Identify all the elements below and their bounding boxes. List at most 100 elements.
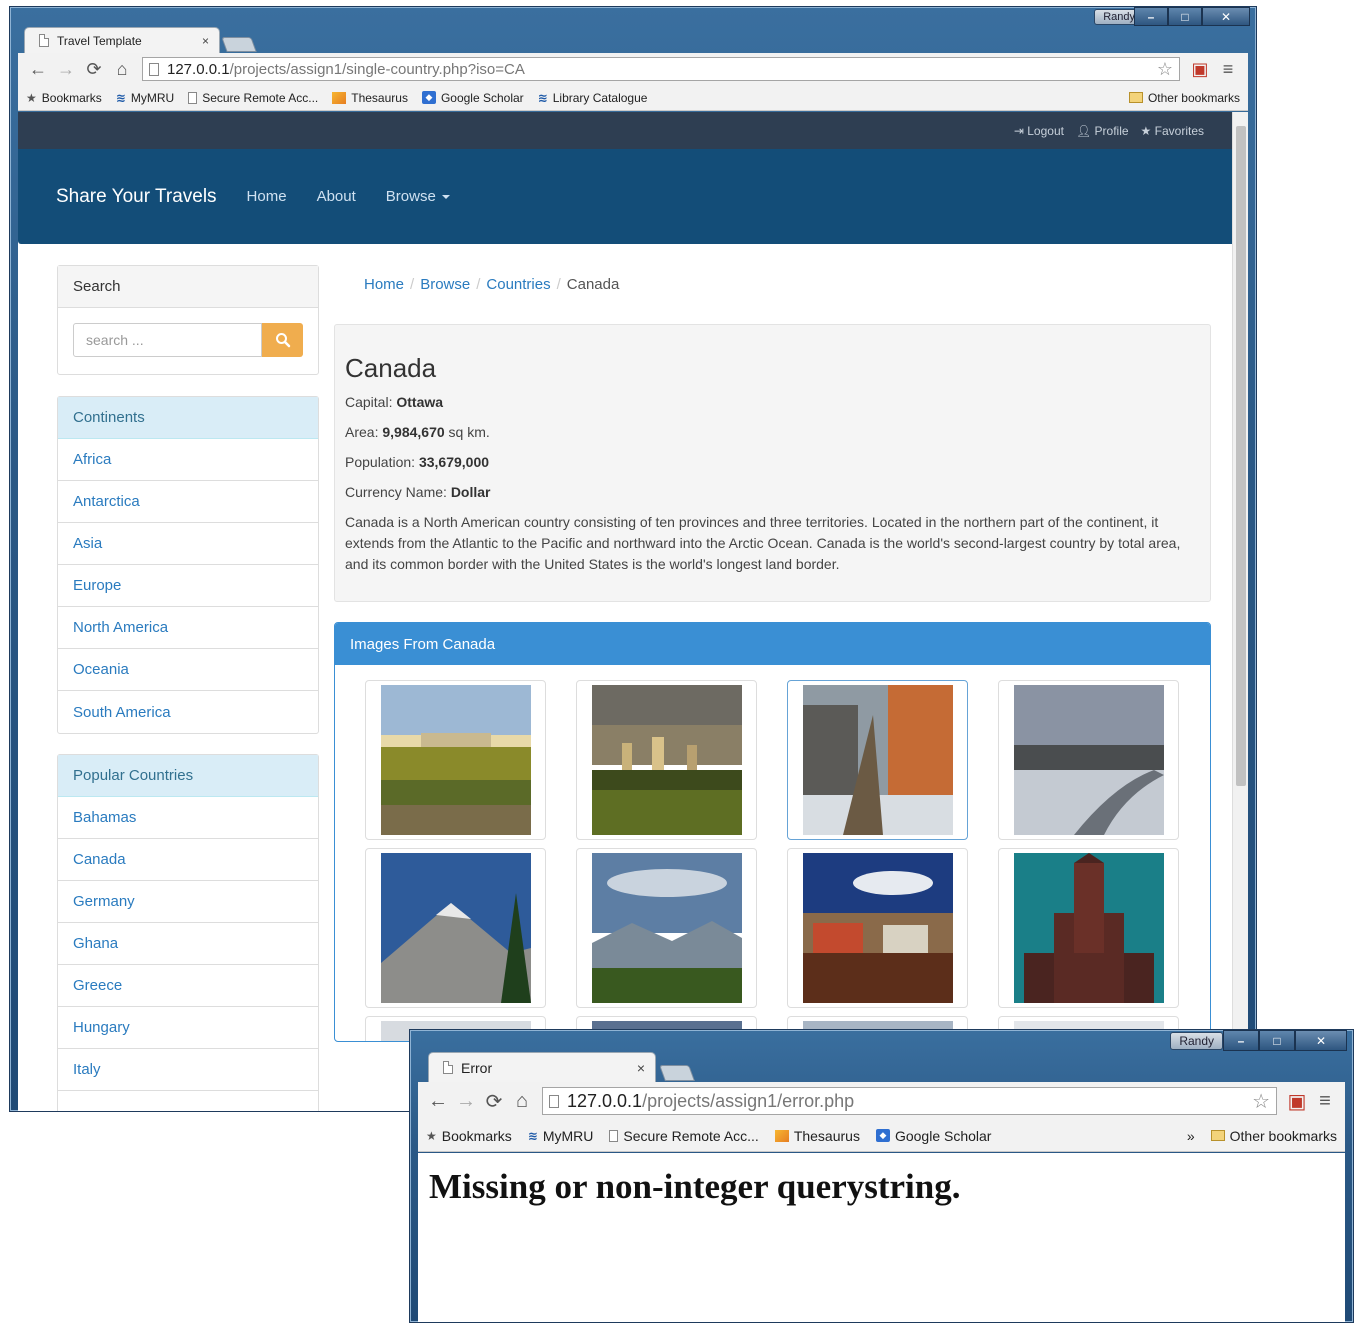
page-icon [188, 91, 198, 104]
images-panel-title: Images From Canada [335, 623, 1210, 665]
menu-icon[interactable]: ≡ [1311, 1090, 1339, 1113]
image-thumbnail[interactable] [998, 848, 1179, 1008]
pdf-extension-icon[interactable]: ▣ [1186, 59, 1214, 80]
photo-mountain-peak [381, 853, 531, 1003]
country-capital: Capital: Ottawa [345, 394, 1200, 410]
back-icon[interactable]: ← [24, 59, 52, 80]
image-thumbnail[interactable] [998, 680, 1179, 840]
other-bookmarks[interactable]: Other bookmarks [1128, 91, 1240, 105]
scrollbar-thumb[interactable] [1236, 126, 1246, 786]
pdf-extension-icon[interactable]: ▣ [1283, 1089, 1311, 1114]
image-thumbnail[interactable] [365, 680, 546, 840]
image-thumbnail[interactable] [365, 848, 546, 1008]
new-tab-button[interactable] [221, 37, 257, 52]
profile-link[interactable]: 👤︎ Profile [1076, 124, 1129, 138]
breadcrumb-browse[interactable]: Browse [420, 276, 470, 293]
breadcrumb-countries[interactable]: Countries [486, 276, 550, 293]
bookmarks-overflow-button[interactable]: » [1187, 1128, 1195, 1144]
close-tab-icon[interactable]: × [637, 1060, 645, 1076]
minimize-button[interactable]: – [1134, 7, 1168, 26]
image-thumbnail[interactable] [787, 680, 968, 840]
folder-icon [1128, 92, 1143, 103]
bookmark-mymru[interactable]: ≋ MyMRU [528, 1128, 594, 1144]
continent-item[interactable]: Oceania [58, 649, 318, 691]
bookmark-star-icon[interactable]: ☆ [1157, 59, 1173, 80]
maximize-button[interactable]: □ [1168, 7, 1202, 26]
area-unit: sq km. [448, 424, 490, 440]
bookmark-google-scholar[interactable]: ◆ Google Scholar [875, 1128, 991, 1144]
continent-item[interactable]: Antarctica [58, 481, 318, 523]
new-tab-button[interactable] [659, 1065, 695, 1081]
site-topbar: ⇥ Logout 👤︎ Profile ★ Favorites [18, 112, 1248, 149]
photo-harbour-town [803, 853, 953, 1003]
favorites-label: Favorites [1154, 123, 1204, 138]
menu-icon[interactable]: ≡ [1214, 59, 1242, 80]
address-bar[interactable]: 127.0.0.1/projects/assign1/single-countr… [142, 57, 1180, 81]
tab-error[interactable]: Error × [428, 1052, 656, 1082]
country-item[interactable]: Canada [58, 839, 318, 881]
close-window-button[interactable]: ✕ [1202, 7, 1250, 26]
bookmark-bookmarks[interactable]: ★ Bookmarks [26, 91, 102, 105]
site-brand[interactable]: Share Your Travels [56, 186, 217, 208]
reload-icon[interactable]: ⟳ [480, 1089, 508, 1114]
bookmark-bookmarks[interactable]: ★ Bookmarks [426, 1128, 512, 1144]
forward-icon[interactable]: → [52, 59, 80, 80]
country-item[interactable]: Germany [58, 881, 318, 923]
bookmark-library-catalogue[interactable]: ≋ Library Catalogue [538, 91, 648, 105]
page-scrollbar[interactable] [1232, 112, 1248, 1111]
bookmark-label: Google Scholar [440, 90, 524, 105]
home-icon[interactable]: ⌂ [108, 59, 136, 80]
bookmark-secure-remote[interactable]: Secure Remote Acc... [188, 91, 318, 105]
continent-item[interactable]: North America [58, 607, 318, 649]
continent-item[interactable]: South America [58, 691, 318, 733]
area-label: Area: [345, 424, 379, 440]
nav-about[interactable]: About [317, 188, 356, 205]
breadcrumb-home[interactable]: Home [364, 276, 404, 293]
nav-home[interactable]: Home [247, 188, 287, 205]
image-thumbnail[interactable] [787, 848, 968, 1008]
bookmark-thesaurus[interactable]: Thesaurus [332, 91, 408, 105]
country-item[interactable]: Italy [58, 1049, 318, 1091]
photo-mountain-valley [592, 853, 742, 1003]
photo-winter-path [1014, 685, 1164, 835]
minimize-button[interactable]: – [1223, 1030, 1259, 1051]
image-thumbnail[interactable] [576, 848, 757, 1008]
back-icon[interactable]: ← [424, 1090, 452, 1113]
browser-toolbar: ← → ⟳ ⌂ 127.0.0.1/projects/assign1/singl… [18, 53, 1248, 85]
forward-icon[interactable]: → [452, 1090, 480, 1113]
continent-item[interactable]: Europe [58, 565, 318, 607]
logout-link[interactable]: ⇥ Logout [1014, 124, 1064, 138]
nav-browse-dropdown[interactable]: Browse [386, 188, 450, 205]
other-bookmarks[interactable]: Other bookmarks [1210, 1128, 1337, 1144]
search-panel-title: Search [58, 266, 318, 308]
continent-item[interactable]: Africa [58, 439, 318, 481]
close-tab-icon[interactable]: × [202, 34, 209, 48]
search-button[interactable] [262, 323, 303, 357]
bookmark-thesaurus[interactable]: Thesaurus [774, 1128, 860, 1144]
continent-item[interactable]: Asia [58, 523, 318, 565]
reload-icon[interactable]: ⟳ [80, 59, 108, 80]
country-item[interactable]: Ghana [58, 923, 318, 965]
address-bar[interactable]: 127.0.0.1/projects/assign1/error.php ☆ [542, 1087, 1277, 1115]
favorites-link[interactable]: ★ Favorites [1141, 124, 1204, 138]
bookmark-mymru[interactable]: ≋ MyMRU [116, 91, 174, 105]
bookmark-star-icon[interactable]: ☆ [1252, 1089, 1270, 1114]
bookmark-secure-remote[interactable]: Secure Remote Acc... [609, 1128, 759, 1144]
url-path: /projects/assign1/single-country.php?iso… [229, 60, 525, 78]
country-item[interactable]: Bahamas [58, 797, 318, 839]
image-thumbnail[interactable] [576, 680, 757, 840]
country-item[interactable] [58, 1091, 318, 1111]
country-item[interactable]: Greece [58, 965, 318, 1007]
home-icon[interactable]: ⌂ [508, 1090, 536, 1113]
bookmark-google-scholar[interactable]: ◆ Google Scholar [421, 90, 524, 105]
close-window-button[interactable]: ✕ [1295, 1030, 1347, 1051]
country-description: Canada is a North American country consi… [345, 514, 1181, 572]
mru-icon: ≋ [527, 1128, 538, 1143]
page-icon [149, 62, 159, 76]
tab-travel-template[interactable]: Travel Template × [24, 27, 220, 53]
search-input[interactable]: search ... [73, 323, 262, 357]
bookmarks-bar: ★ Bookmarks ≋ MyMRU Secure Remote Acc... T… [418, 1120, 1345, 1152]
country-item[interactable]: Hungary [58, 1007, 318, 1049]
area-value: 9,984,670 [382, 424, 445, 440]
maximize-button[interactable]: □ [1259, 1030, 1295, 1051]
